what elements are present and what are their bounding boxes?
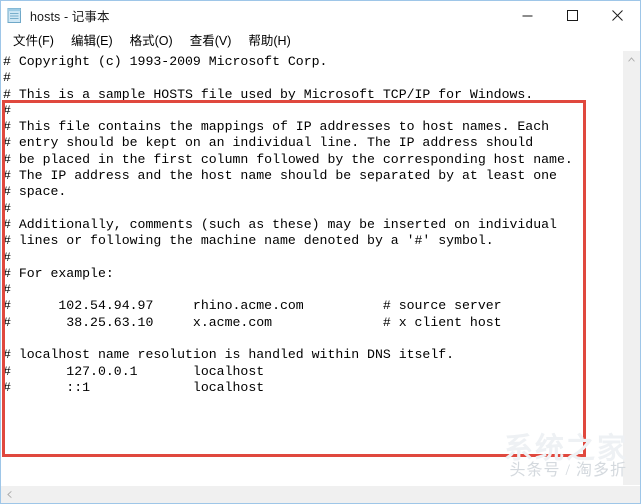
- minimize-button[interactable]: [505, 1, 550, 30]
- scroll-up-button[interactable]: [623, 51, 640, 68]
- horizontal-scrollbar[interactable]: [1, 485, 640, 503]
- menu-item-view[interactable]: 查看(V): [182, 31, 241, 51]
- maximize-button[interactable]: [550, 1, 595, 30]
- vertical-scroll-track[interactable]: [623, 68, 640, 468]
- notepad-window: hosts - 记事本 文件(F) 编辑(E) 格式(O) 查看(V) 帮助(H…: [0, 0, 641, 504]
- notepad-icon: [6, 7, 23, 24]
- menu-item-edit[interactable]: 编辑(E): [63, 31, 122, 51]
- close-button[interactable]: [595, 1, 640, 30]
- menu-item-help[interactable]: 帮助(H): [240, 31, 299, 51]
- menu-item-file[interactable]: 文件(F): [5, 31, 63, 51]
- vertical-scrollbar[interactable]: [622, 51, 640, 485]
- window-controls: [505, 1, 640, 30]
- client-area: # Copyright (c) 1993-2009 Microsoft Corp…: [1, 51, 640, 485]
- horizontal-scroll-track[interactable]: [18, 486, 623, 503]
- scroll-down-button[interactable]: [623, 468, 640, 485]
- editor-area[interactable]: # Copyright (c) 1993-2009 Microsoft Corp…: [1, 51, 622, 485]
- scroll-left-button[interactable]: [1, 486, 18, 503]
- title-bar[interactable]: hosts - 记事本: [1, 1, 640, 30]
- window-title: hosts - 记事本: [30, 10, 110, 24]
- menu-bar: 文件(F) 编辑(E) 格式(O) 查看(V) 帮助(H): [1, 30, 640, 51]
- text-content[interactable]: # Copyright (c) 1993-2009 Microsoft Corp…: [1, 51, 622, 396]
- menu-item-format[interactable]: 格式(O): [122, 31, 182, 51]
- scrollbar-corner: [623, 486, 640, 503]
